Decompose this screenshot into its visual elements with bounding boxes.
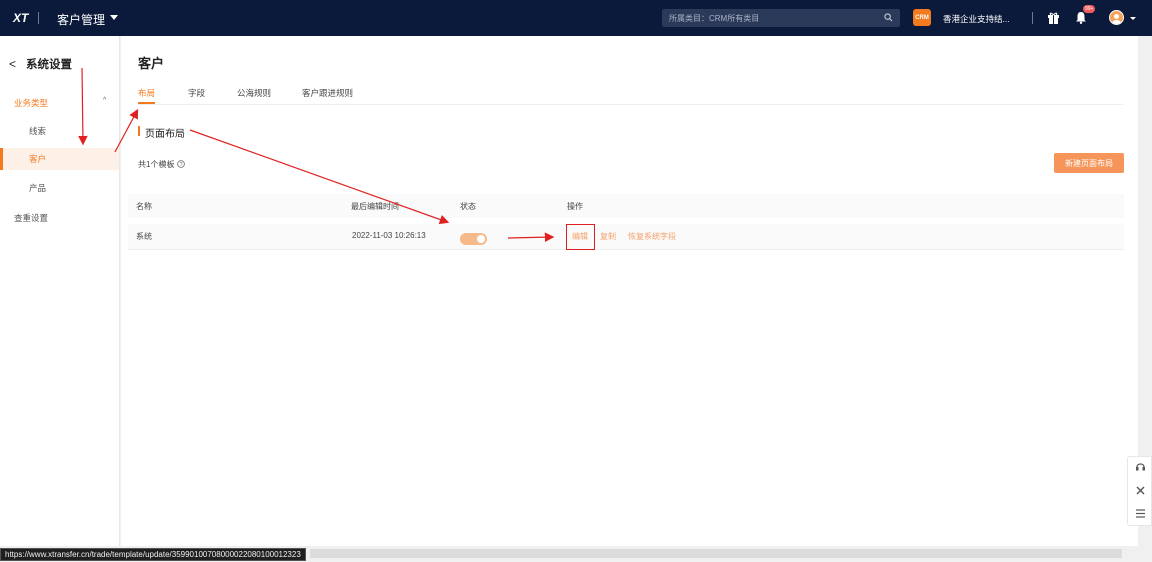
category-search[interactable]: [662, 9, 900, 27]
column-header-edit-time: 最后编辑时间: [351, 202, 399, 211]
table-header: 名称 最后编辑时间 状态 操作: [128, 194, 1124, 218]
crm-logo-icon: CRM: [913, 9, 931, 26]
status-toggle[interactable]: [460, 233, 487, 245]
sidebar-title: 系统设置: [26, 59, 72, 71]
template-count-label: 共1个模板: [138, 160, 175, 169]
bell-icon[interactable]: [1075, 11, 1087, 24]
row-edit-time: 2022-11-03 10:26:13: [352, 231, 426, 240]
sidebar-item-customer[interactable]: 客户: [0, 148, 119, 170]
template-count: 共1个模板 ?: [138, 159, 185, 170]
sidebar-item-product[interactable]: 产品: [0, 177, 119, 199]
row-name: 系统: [136, 232, 152, 241]
column-header-actions: 操作: [567, 202, 583, 211]
gift-icon[interactable]: [1047, 11, 1060, 24]
chevron-up-icon[interactable]: ^: [103, 97, 106, 104]
scrollbar-thumb[interactable]: [310, 549, 1122, 558]
search-input[interactable]: [669, 13, 869, 23]
tab-layout[interactable]: 布局: [138, 87, 155, 99]
status-bar-url: https://www.xtransfer.cn/trade/template/…: [0, 548, 306, 561]
tab-public-pool-rules[interactable]: 公海规则: [237, 87, 271, 99]
section-marker: [138, 126, 140, 136]
copy-link[interactable]: 复制: [600, 231, 616, 242]
annotation-highlight-box: [566, 224, 595, 250]
new-layout-button[interactable]: 新建页面布局: [1054, 153, 1124, 173]
user-avatar[interactable]: [1109, 10, 1124, 25]
svg-text:?: ?: [179, 162, 182, 168]
sidebar-item-leads[interactable]: 线索: [0, 120, 119, 142]
headset-icon[interactable]: [1135, 461, 1146, 472]
column-header-status: 状态: [460, 202, 476, 211]
chevron-down-icon[interactable]: [1130, 17, 1136, 20]
tools-icon[interactable]: [1135, 485, 1146, 496]
list-icon[interactable]: [1135, 508, 1146, 519]
tab-followup-rules[interactable]: 客户跟进规则: [302, 87, 353, 99]
back-arrow-icon[interactable]: <: [9, 57, 16, 71]
sidebar: < 系统设置 业务类型 ^ 线索 客户 产品 查重设置: [0, 36, 120, 546]
table-row: 系统 2022-11-03 10:26:13 编辑 复制 恢复系统字段: [128, 224, 1124, 250]
topbar-divider: [1032, 12, 1033, 24]
column-header-name: 名称: [136, 202, 152, 211]
company-name[interactable]: 香港企业支持结...: [943, 13, 1010, 25]
sidebar-item-dedup-settings[interactable]: 查重设置: [14, 212, 48, 224]
logo-divider: [38, 12, 39, 24]
floating-toolbar: [1127, 456, 1152, 526]
notification-badge: 99+: [1083, 5, 1096, 13]
main-content: 客户 布局 字段 公海规则 客户跟进规则 页面布局 共1个模板 ? 新建页面布局…: [121, 36, 1138, 546]
restore-fields-link[interactable]: 恢复系统字段: [628, 231, 676, 242]
sidebar-group-business-type[interactable]: 业务类型: [14, 97, 48, 109]
help-icon[interactable]: ?: [176, 160, 185, 168]
section-title: 页面布局: [145, 129, 185, 140]
tab-fields[interactable]: 字段: [188, 87, 205, 99]
caret-down-icon[interactable]: [110, 15, 118, 20]
tab-divider: [138, 104, 1123, 105]
top-bar: XT 客户管理 CRM 香港企业支持结... 99+: [0, 0, 1152, 36]
page-title: 客户: [138, 56, 165, 71]
app-title[interactable]: 客户管理: [57, 11, 105, 28]
search-icon[interactable]: [884, 13, 893, 22]
xt-logo[interactable]: XT: [13, 11, 28, 25]
